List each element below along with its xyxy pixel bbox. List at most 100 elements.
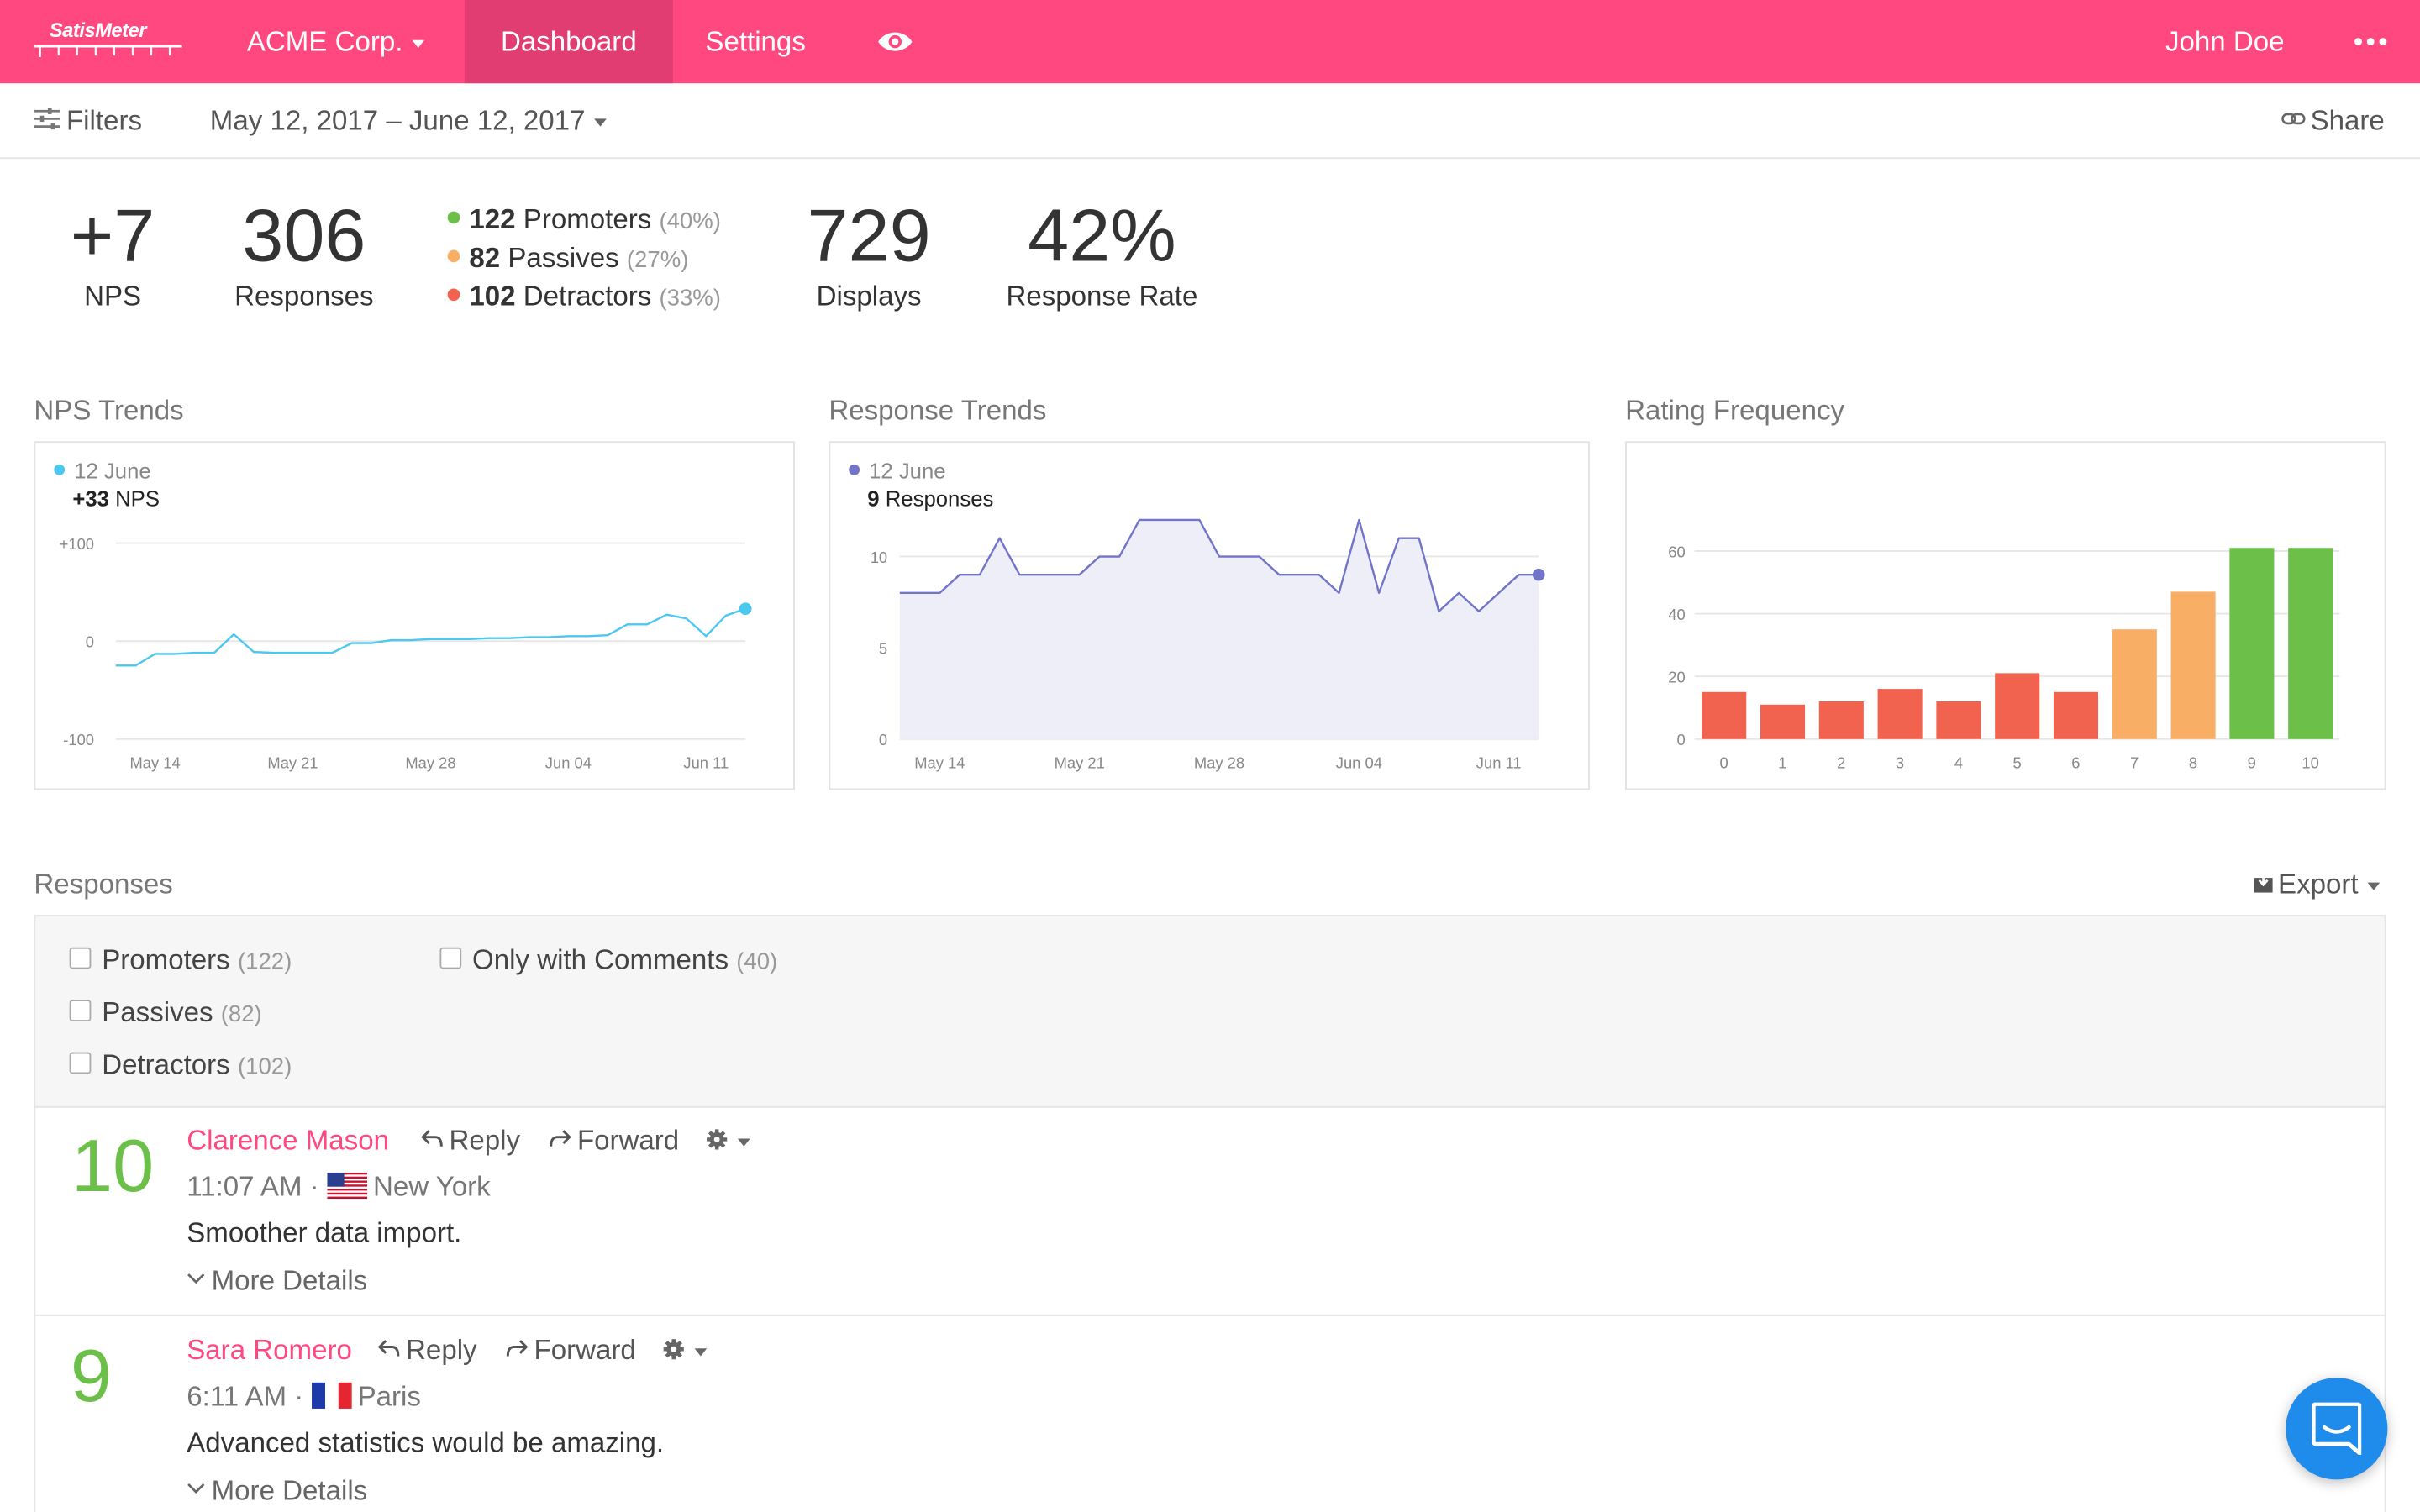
nps-label: NPS (84, 281, 142, 312)
reply-button[interactable]: Reply (377, 1335, 477, 1368)
filter-passives-checkbox[interactable]: Passives (82) (69, 996, 262, 1030)
x-tick-label: Jun 04 (1336, 754, 1382, 772)
chat-icon (2312, 1402, 2362, 1456)
nps-series-line (115, 607, 746, 667)
checkbox-box[interactable] (69, 1000, 92, 1022)
y-tick-label: +100 (60, 535, 94, 553)
x-tick-label: May 28 (1194, 754, 1244, 772)
nav-settings[interactable]: Settings (705, 0, 805, 83)
nav-settings-label: Settings (705, 26, 806, 57)
passives-pct: (27%) (626, 246, 689, 274)
more-dots-icon (2354, 38, 2387, 45)
app-root: SatisMeter ACME Corp. Dashboard Settings (0, 0, 2420, 1512)
response-score: 9 (70, 1336, 112, 1418)
detractors-pct: (33%) (659, 285, 721, 312)
nps-value: +7 (70, 196, 155, 278)
response-city: New York (372, 1171, 491, 1202)
filters-button[interactable]: Filters (34, 83, 142, 159)
checkbox-box[interactable] (439, 948, 462, 969)
response-trends-chart: 10 5 0 May 14 May 21 May 28 Jun 04 Jun 11 12 Ju… (829, 441, 1590, 790)
more-details-label: More Details (211, 1265, 368, 1296)
preview-eye-button[interactable] (876, 0, 913, 83)
x-tick-label: Jun 11 (1476, 754, 1522, 772)
response-meta: 11:07 AM · New York (187, 1171, 491, 1202)
more-details-toggle[interactable]: More Details (187, 1265, 367, 1298)
share-label: Share (2310, 104, 2385, 136)
y-tick-label: 10 (871, 549, 887, 566)
stat-response-rate: 42% Response Rate (997, 196, 1207, 313)
response-author[interactable]: Sara Romero (187, 1335, 352, 1368)
brand-logo[interactable]: SatisMeter (34, 15, 182, 65)
rating-frequency-title: Rating Frequency (1625, 395, 1845, 426)
link-icon (2281, 113, 2306, 125)
y-tick-label: -100 (63, 731, 94, 748)
reply-button[interactable]: Reply (421, 1125, 520, 1158)
filter-detractors-checkbox[interactable]: Detractors (102) (69, 1049, 292, 1082)
caret-down-icon (694, 1347, 708, 1357)
x-tick-label: May 28 (405, 754, 455, 772)
chat-launcher-button[interactable] (2286, 1378, 2388, 1480)
caret-down-icon (2367, 882, 2381, 890)
x-tick-label: 9 (2248, 754, 2256, 772)
resp-tooltip-value: 9 Responses (867, 486, 993, 511)
filter-promoters-label: Promoters (102, 944, 230, 975)
response-score: 10 (71, 1126, 155, 1209)
responses-area-fill (899, 519, 1539, 739)
rating-bar-9 (2229, 548, 2275, 739)
reply-icon (377, 1340, 400, 1357)
response-list: 10 Clarence Mason Reply Forward 11:07 AM… (34, 1105, 2386, 1512)
responses-value: 306 (242, 196, 366, 278)
filter-promoters-checkbox[interactable]: Promoters (122) (69, 944, 292, 977)
export-button[interactable]: Export (2254, 869, 2381, 901)
nps-trends-title: NPS Trends (34, 395, 184, 426)
checkbox-box[interactable] (69, 948, 92, 969)
promoters-label: Promoters (523, 203, 652, 235)
x-tick-label: May 21 (1055, 754, 1105, 772)
response-meta: 6:11 AM · Paris (187, 1380, 421, 1412)
x-tick-label: 1 (1778, 754, 1786, 772)
user-name: John Doe (2165, 26, 2285, 57)
reply-label: Reply (449, 1124, 521, 1156)
displays-value: 729 (807, 196, 931, 278)
score-breakdown: 122 Promoters (40%) 82 Passives (27%) 10… (447, 201, 721, 317)
export-label: Export (2278, 869, 2359, 900)
filter-comments-checkbox[interactable]: Only with Comments (40) (439, 944, 777, 977)
date-range-label: May 12, 2017 – June 12, 2017 (209, 104, 586, 136)
gear-icon (663, 1338, 684, 1359)
nps-tooltip-unit: NPS (115, 486, 160, 511)
more-details-toggle[interactable]: More Details (187, 1475, 367, 1508)
more-menu-button[interactable] (2352, 0, 2389, 83)
x-tick-label: 5 (2013, 754, 2022, 772)
date-range-picker[interactable]: May 12, 2017 – June 12, 2017 (209, 83, 608, 159)
response-author[interactable]: Clarence Mason (187, 1125, 389, 1158)
filter-passives-label: Passives (102, 996, 213, 1028)
filter-bar: Filters May 12, 2017 – June 12, 2017 Sha… (0, 83, 2420, 160)
caret-down-icon (737, 1138, 750, 1147)
response-settings-button[interactable] (662, 1335, 708, 1368)
account-dropdown[interactable]: ACME Corp. (247, 0, 425, 83)
forward-label: Forward (534, 1334, 636, 1366)
response-comment: Advanced statistics would be amazing. (187, 1426, 665, 1458)
chevron-down-icon (187, 1273, 205, 1284)
x-tick-label: 6 (2071, 754, 2080, 772)
rate-value: 42% (1028, 196, 1176, 278)
more-details-label: More Details (211, 1474, 368, 1506)
forward-button[interactable]: Forward (550, 1125, 679, 1158)
filter-comments-label: Only with Comments (472, 944, 729, 975)
nps-tooltip-number: +33 (72, 486, 109, 511)
response-item: 10 Clarence Mason Reply Forward 11:07 AM… (35, 1106, 2385, 1316)
user-menu[interactable]: John Doe (2165, 0, 2285, 83)
detractors-label: Detractors (523, 281, 652, 312)
x-tick-label: 4 (1954, 754, 1963, 772)
nav-dashboard[interactable]: Dashboard (464, 0, 673, 84)
rating-frequency-chart: 60 40 20 0 0 1 2 3 4 5 6 7 8 9 10 (1625, 441, 2386, 790)
forward-button[interactable]: Forward (506, 1334, 636, 1368)
share-button[interactable]: Share (2281, 83, 2385, 159)
response-settings-button[interactable] (705, 1125, 750, 1158)
rating-bar-8 (2170, 591, 2216, 739)
checkbox-box[interactable] (69, 1053, 92, 1074)
response-time: 11:07 AM (187, 1171, 302, 1202)
passives-summary: 82 Passives (27%) (447, 239, 721, 278)
nav-dashboard-label: Dashboard (500, 26, 637, 57)
caret-down-icon (412, 39, 425, 48)
